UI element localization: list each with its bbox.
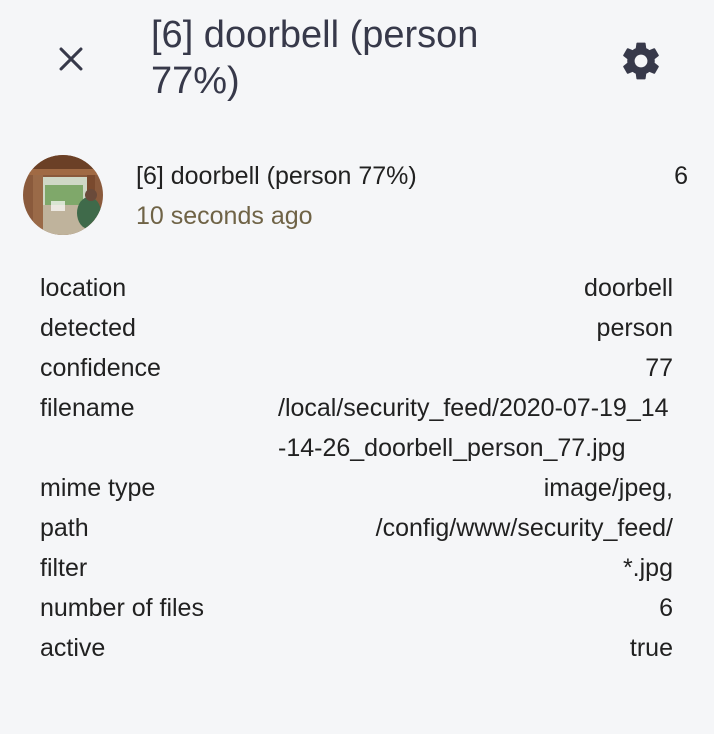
attribute-row-detected: detected person: [40, 308, 673, 348]
attribute-row-location: location doorbell: [40, 268, 673, 308]
attribute-row-active: active true: [40, 628, 673, 668]
attribute-value: 6: [659, 594, 673, 622]
entity-name: [6] doorbell (person 77%): [136, 162, 417, 190]
attribute-row-path: path /config/www/security_feed/: [40, 508, 673, 548]
settings-button[interactable]: [616, 36, 666, 86]
attribute-value: /config/www/security_feed/: [375, 514, 673, 542]
camera-snapshot-avatar: [23, 155, 103, 235]
attribute-key: filename: [40, 394, 135, 422]
attribute-value: image/jpeg,: [543, 474, 673, 502]
last-changed-time: 10 seconds ago: [136, 202, 313, 230]
dialog-title: [6] doorbell (person 77%): [151, 14, 479, 102]
attribute-row-filter: filter *.jpg: [40, 548, 673, 588]
attribute-value: /local/security_feed/2020-07-19_14-14-26…: [278, 394, 669, 462]
attribute-key: mime type: [40, 474, 156, 502]
dialog-header: [6] doorbell (person 77%): [0, 0, 714, 120]
attribute-value: 77: [645, 354, 673, 382]
attribute-key: detected: [40, 314, 136, 342]
attribute-value: *.jpg: [622, 554, 673, 582]
attribute-value: person: [596, 314, 673, 342]
attribute-key: confidence: [40, 354, 161, 382]
attribute-key: location: [40, 274, 127, 302]
doorbell-snapshot-image: [23, 155, 103, 235]
attribute-row-filename: filename /local/security_feed/2020-07-19…: [40, 388, 673, 468]
attribute-value: doorbell: [584, 274, 673, 302]
gear-icon: [623, 42, 659, 80]
attribute-row-number-of-files: number of files 6: [40, 588, 673, 628]
close-icon: [59, 47, 83, 71]
close-button[interactable]: [48, 36, 94, 82]
entity-state-value: 6: [674, 162, 688, 190]
attributes-table: location doorbell detected person confid…: [40, 268, 673, 668]
entity-row: [6] doorbell (person 77%) 10 seconds ago…: [0, 150, 714, 240]
attribute-value: true: [629, 634, 673, 662]
attribute-key: path: [40, 514, 89, 542]
attribute-key: active: [40, 634, 106, 662]
attribute-key: filter: [40, 554, 88, 582]
attribute-row-confidence: confidence 77: [40, 348, 673, 388]
attribute-row-mime-type: mime type image/jpeg,: [40, 468, 673, 508]
attribute-key: number of files: [40, 594, 204, 622]
